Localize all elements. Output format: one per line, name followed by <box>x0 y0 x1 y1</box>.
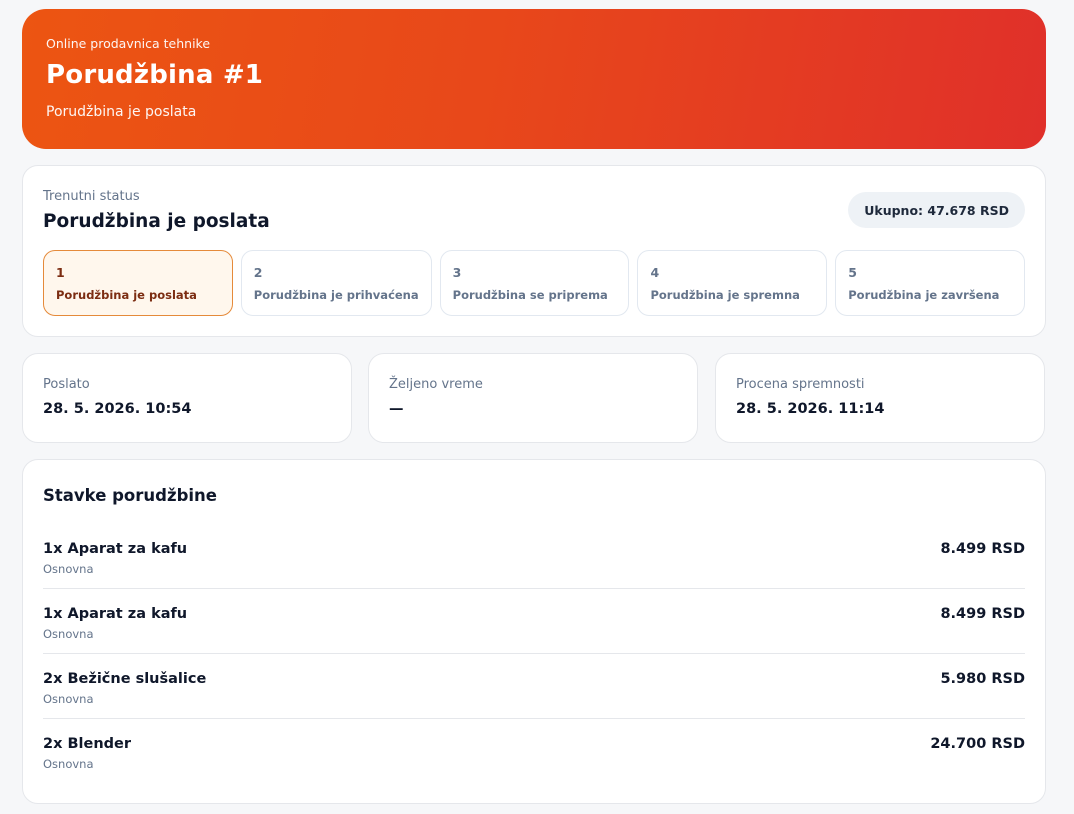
status-steps: 1 Porudžbina je poslata 2 Porudžbina je … <box>43 250 1026 316</box>
step-label: Porudžbina je prihvaćena <box>253 288 419 302</box>
order-items-card: Stavke porudžbine 1x Aparat za kafu Osno… <box>22 459 1046 804</box>
item-name: 2x Blender <box>43 736 132 752</box>
estimated-ready-card: Procena spremnosti 28. 5. 2026. 11:14 <box>715 353 1045 443</box>
sent-time-card: Poslato 28. 5. 2026. 10:54 <box>22 353 352 443</box>
sent-time-label: Poslato <box>43 377 90 392</box>
item-name: 1x Aparat za kafu <box>43 606 188 622</box>
status-value: Porudžbina je poslata <box>43 211 270 232</box>
status-step-4: 4 Porudžbina je spremna <box>637 250 828 316</box>
item-name: 1x Aparat za kafu <box>43 541 188 557</box>
step-label: Porudžbina se priprema <box>452 288 608 302</box>
item-variant: Osnovna <box>43 692 94 706</box>
list-item: 1x Aparat za kafu Osnovna 8.499 RSD <box>43 589 1025 654</box>
step-number: 4 <box>650 265 660 280</box>
item-variant: Osnovna <box>43 627 94 641</box>
desired-time-value: — <box>389 401 404 417</box>
order-items-heading: Stavke porudžbine <box>43 486 217 505</box>
list-item: 1x Aparat za kafu Osnovna 8.499 RSD <box>43 524 1025 589</box>
status-card: Trenutni status Porudžbina je poslata Uk… <box>22 165 1046 337</box>
order-page: Online prodavnica tehnike Porudžbina #1 … <box>0 0 1074 814</box>
item-price: 8.499 RSD <box>940 606 1025 622</box>
estimated-ready-value: 28. 5. 2026. 11:14 <box>736 401 885 417</box>
item-name: 2x Bežične slušalice <box>43 671 207 687</box>
order-items-list: 1x Aparat za kafu Osnovna 8.499 RSD 1x A… <box>43 524 1025 784</box>
header-subtitle: Porudžbina je poslata <box>46 104 197 120</box>
estimated-ready-label: Procena spremnosti <box>736 377 865 392</box>
step-label: Porudžbina je poslata <box>56 288 197 302</box>
item-price: 8.499 RSD <box>940 541 1025 557</box>
item-price: 5.980 RSD <box>940 671 1025 687</box>
step-label: Porudžbina je spremna <box>650 288 800 302</box>
store-name: Online prodavnica tehnike <box>46 36 211 51</box>
desired-time-label: Željeno vreme <box>389 377 483 392</box>
item-price: 24.700 RSD <box>930 736 1025 752</box>
list-item: 2x Bežične slušalice Osnovna 5.980 RSD <box>43 654 1025 719</box>
list-item: 2x Blender Osnovna 24.700 RSD <box>43 719 1025 784</box>
step-number: 2 <box>253 265 263 280</box>
status-step-3: 3 Porudžbina se priprema <box>439 250 630 316</box>
total-badge: Ukupno: 47.678 RSD <box>848 192 1025 228</box>
step-number: 5 <box>848 265 857 280</box>
sent-time-value: 28. 5. 2026. 10:54 <box>43 401 192 417</box>
status-step-2: 2 Porudžbina je prihvaćena <box>240 250 432 316</box>
step-label: Porudžbina je završena <box>848 288 1000 302</box>
step-number: 3 <box>452 265 462 280</box>
item-variant: Osnovna <box>43 562 94 576</box>
desired-time-card: Željeno vreme — <box>368 353 698 443</box>
order-header-banner: Online prodavnica tehnike Porudžbina #1 … <box>22 9 1046 149</box>
page-title: Porudžbina #1 <box>46 60 264 90</box>
status-step-5: 5 Porudžbina je završena <box>835 250 1026 316</box>
item-variant: Osnovna <box>43 757 94 771</box>
status-label: Trenutni status <box>43 189 140 204</box>
status-step-1: 1 Porudžbina je poslata <box>43 250 233 316</box>
step-number: 1 <box>56 265 65 280</box>
